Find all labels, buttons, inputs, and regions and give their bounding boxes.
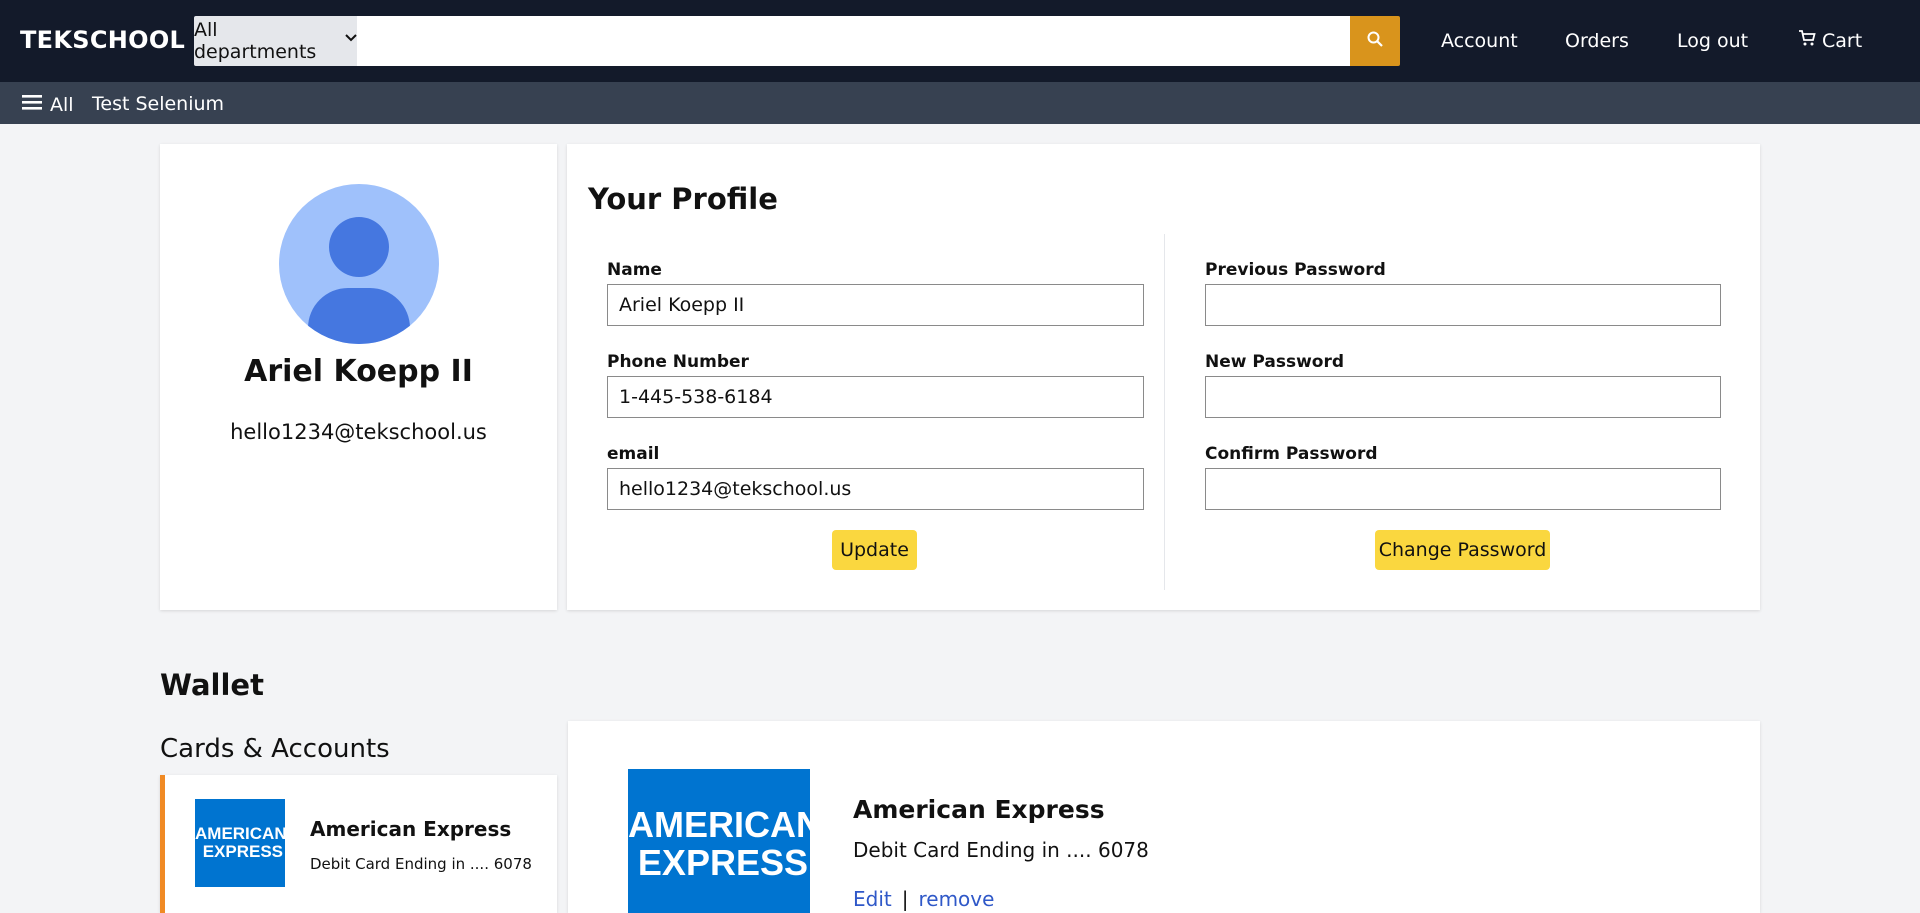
wallet-title: Wallet [160, 668, 264, 702]
card-item-name: American Express [310, 817, 512, 841]
cards-accounts-heading: Cards & Accounts [160, 734, 390, 764]
search-icon [1366, 30, 1384, 52]
avatar-head [329, 217, 389, 277]
amex-logo-large-line1: AMERICAN [628, 804, 822, 845]
card-detail-panel: AMERICAN EXPRESS American Express Debit … [568, 721, 1760, 913]
search-input[interactable] [357, 16, 1350, 66]
profile-form-card: Your Profile Name Ariel Koepp II Phone N… [567, 144, 1760, 610]
confirm-password-label: Confirm Password [1205, 444, 1378, 464]
profile-summary-card: Ariel Koepp II hello1234@tekschool.us [160, 144, 557, 610]
previous-password-label: Previous Password [1205, 260, 1386, 280]
chevron-down-icon [345, 31, 357, 47]
name-input[interactable]: Ariel Koepp II [607, 284, 1144, 326]
all-menu-button[interactable]: All [22, 93, 74, 116]
card-item-desc: Debit Card Ending in .... 6078 [310, 855, 532, 873]
nav-cart-link[interactable]: Cart [1798, 29, 1862, 52]
confirm-password-input[interactable] [1205, 468, 1721, 510]
card-detail-name: American Express [853, 795, 1105, 824]
top-navbar: TEKSCHOOL All departments Account Orders… [0, 0, 1920, 82]
amex-logo-line1: AMERICAN [195, 824, 287, 843]
phone-label: Phone Number [607, 352, 749, 372]
amex-logo-line2: EXPRESS [202, 842, 283, 861]
email-label: email [607, 444, 660, 464]
search-button[interactable] [1350, 16, 1400, 66]
form-divider [1164, 234, 1165, 590]
edit-card-link[interactable]: Edit [853, 887, 892, 911]
test-selenium-link[interactable]: Test Selenium [92, 93, 224, 115]
nav-orders-link[interactable]: Orders [1565, 30, 1629, 52]
sub-navbar: All Test Selenium [0, 82, 1920, 124]
page-title: Your Profile [588, 182, 778, 216]
change-password-button[interactable]: Change Password [1375, 530, 1550, 570]
profile-email: hello1234@tekschool.us [230, 420, 487, 444]
brand-logo[interactable]: TEKSCHOOL [20, 26, 185, 54]
email-input[interactable]: hello1234@tekschool.us [607, 468, 1144, 510]
new-password-input[interactable] [1205, 376, 1721, 418]
hamburger-menu-icon [22, 93, 42, 116]
action-separator: | [901, 887, 909, 911]
nav-logout-link[interactable]: Log out [1677, 30, 1748, 52]
remove-card-link[interactable]: remove [918, 887, 994, 911]
update-button[interactable]: Update [832, 530, 917, 570]
search-bar: All departments [194, 16, 1400, 66]
avatar [279, 184, 439, 344]
amex-logo-large: AMERICAN EXPRESS [628, 769, 822, 913]
card-actions: Edit | remove [853, 887, 994, 911]
new-password-label: New Password [1205, 352, 1345, 372]
previous-password-input[interactable] [1205, 284, 1721, 326]
phone-input[interactable]: 1-445-538-6184 [607, 376, 1144, 418]
amex-logo: AMERICAN EXPRESS [195, 799, 287, 887]
wallet-card-item[interactable]: AMERICAN EXPRESS American Express Debit … [160, 775, 557, 913]
all-menu-label: All [50, 93, 74, 116]
nav-account-link[interactable]: Account [1441, 30, 1518, 52]
avatar-body [308, 288, 410, 344]
department-select[interactable]: All departments [194, 16, 357, 66]
profile-name: Ariel Koepp II [244, 354, 473, 389]
cart-label: Cart [1822, 29, 1863, 52]
amex-logo-large-line2: EXPRESS [637, 842, 808, 883]
cart-icon [1798, 29, 1816, 52]
name-label: Name [607, 260, 662, 280]
department-select-label: All departments [194, 19, 317, 63]
card-detail-desc: Debit Card Ending in .... 6078 [853, 838, 1149, 862]
